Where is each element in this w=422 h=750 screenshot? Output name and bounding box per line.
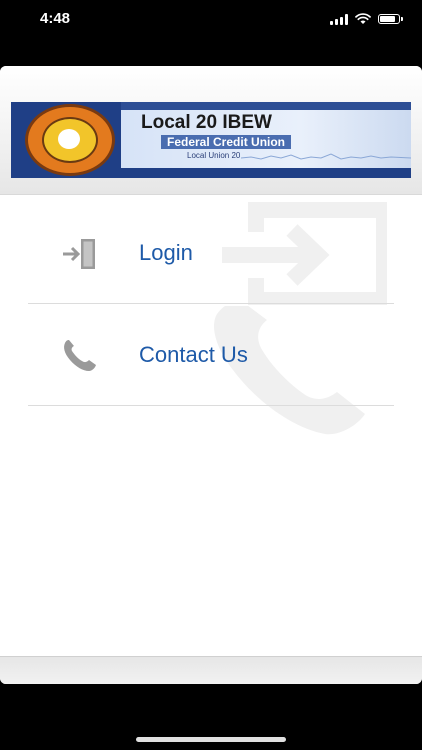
ibew-seal-logo	[25, 104, 115, 176]
wifi-icon	[355, 13, 371, 24]
menu-item-login[interactable]: Login	[28, 203, 394, 304]
contact-us-label: Contact Us	[139, 342, 248, 367]
status-icons	[330, 13, 403, 25]
header-band: Local 20 IBEW Federal Credit Union Local…	[0, 66, 422, 195]
menu-item-contact-us[interactable]: Contact Us	[28, 305, 394, 406]
app-screen: Local 20 IBEW Federal Credit Union Local…	[0, 66, 422, 684]
banner-subtitle: Federal Credit Union	[161, 135, 292, 149]
home-indicator[interactable]	[136, 737, 286, 742]
login-door-icon	[63, 239, 95, 269]
banner-caption: Local Union 20	[187, 151, 241, 160]
credit-union-banner: Local 20 IBEW Federal Credit Union Local…	[11, 102, 411, 178]
cellular-signal-icon	[330, 13, 348, 25]
banner-wave-decoration	[241, 153, 411, 160]
login-label: Login	[139, 240, 193, 265]
footer-band	[0, 656, 422, 684]
battery-level	[380, 16, 396, 22]
phone-icon	[64, 340, 96, 371]
status-time: 4:48	[40, 10, 71, 27]
banner-title: Local 20 IBEW	[141, 112, 272, 133]
battery-icon	[378, 14, 403, 24]
status-bar: 4:48	[0, 0, 422, 40]
